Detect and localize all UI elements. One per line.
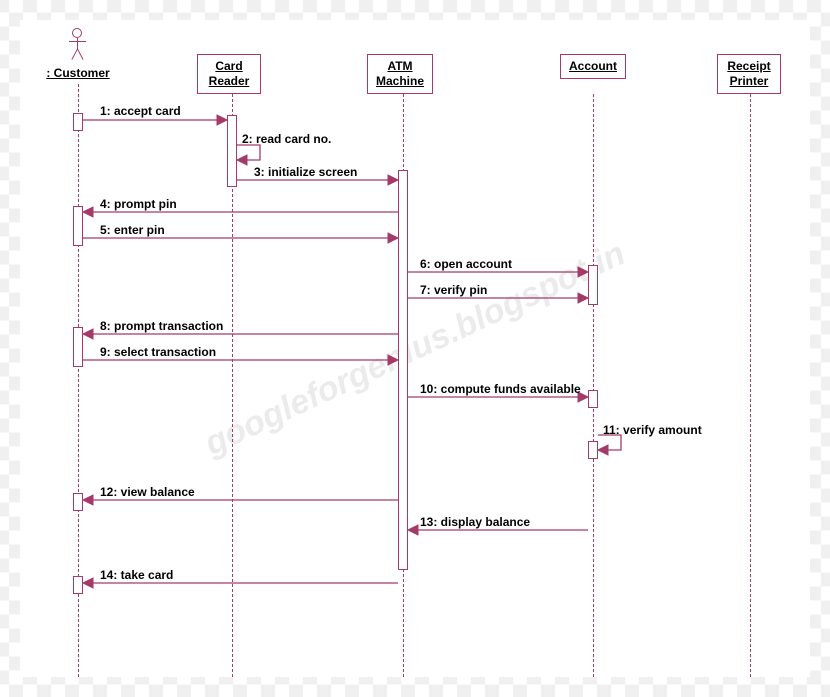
msg-6: 6: open account bbox=[420, 257, 512, 271]
customer-label: : Customer bbox=[38, 66, 118, 80]
watermark-text: googleforgenius.blogspot.in bbox=[199, 234, 631, 463]
msg-2: 2: read card no. bbox=[242, 132, 331, 146]
card-reader-label: CardReader bbox=[206, 59, 252, 89]
msg-13: 13: display balance bbox=[420, 515, 530, 529]
activation-account-2 bbox=[588, 390, 598, 408]
activation-card-reader-1 bbox=[227, 115, 237, 187]
msg-8: 8: prompt transaction bbox=[100, 319, 223, 333]
msg-7: 7: verify pin bbox=[420, 283, 487, 297]
activation-account-3 bbox=[588, 441, 598, 459]
sequence-diagram: googleforgenius.blogspot.in : Customer C… bbox=[20, 20, 810, 677]
msg-1: 1: accept card bbox=[100, 104, 181, 118]
msg-14: 14: take card bbox=[100, 568, 173, 582]
activation-atm-1 bbox=[398, 170, 408, 570]
msg-12: 12: view balance bbox=[100, 485, 195, 499]
activation-customer-1 bbox=[73, 113, 83, 131]
actor-icon bbox=[68, 28, 88, 62]
msg-10: 10: compute funds available bbox=[420, 382, 581, 396]
account-label: Account bbox=[569, 59, 617, 74]
receipt-printer-label: ReceiptPrinter bbox=[726, 59, 772, 89]
activation-customer-4 bbox=[73, 493, 83, 511]
participant-account: Account bbox=[560, 54, 626, 79]
msg-3: 3: initialize screen bbox=[254, 165, 357, 179]
msg-4: 4: prompt pin bbox=[100, 197, 177, 211]
activation-customer-3 bbox=[73, 327, 83, 367]
participant-customer: : Customer bbox=[38, 28, 118, 80]
lifeline-account bbox=[593, 94, 594, 677]
lifeline-receipt-printer bbox=[750, 94, 751, 677]
participant-card-reader: CardReader bbox=[197, 54, 261, 94]
msg-5: 5: enter pin bbox=[100, 223, 165, 237]
atm-machine-label: ATMMachine bbox=[376, 59, 424, 89]
msg-11: 11: verify amount bbox=[603, 423, 702, 437]
activation-customer-5 bbox=[73, 576, 83, 594]
msg-9: 9: select transaction bbox=[100, 345, 216, 359]
activation-customer-2 bbox=[73, 206, 83, 246]
participant-atm-machine: ATMMachine bbox=[367, 54, 433, 94]
activation-account-1 bbox=[588, 265, 598, 305]
participant-receipt-printer: ReceiptPrinter bbox=[717, 54, 781, 94]
